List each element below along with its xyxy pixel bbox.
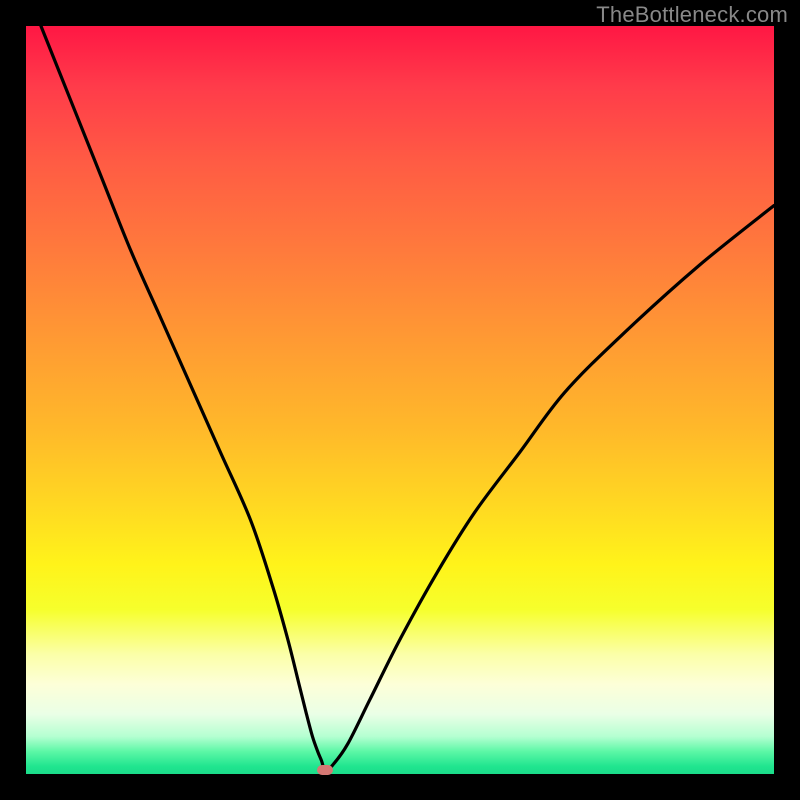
- bottleneck-curve: [41, 26, 774, 770]
- watermark-text: TheBottleneck.com: [596, 2, 788, 28]
- chart-frame: TheBottleneck.com: [0, 0, 800, 800]
- optimal-point-marker: [317, 765, 333, 775]
- plot-area: [26, 26, 774, 774]
- curve-svg: [26, 26, 774, 774]
